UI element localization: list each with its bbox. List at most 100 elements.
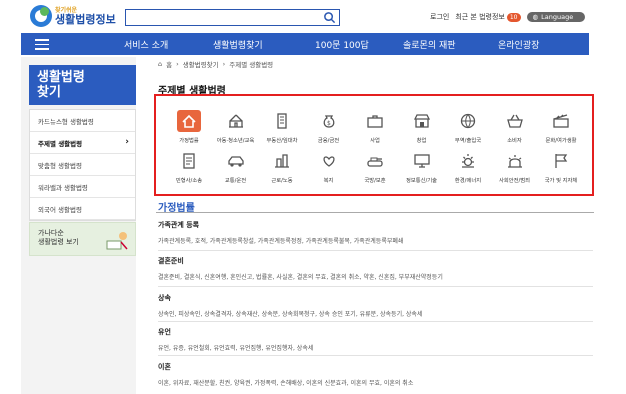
nav-item-online-square[interactable]: 온라인광장 bbox=[498, 38, 539, 51]
chevron-right-icon: › bbox=[222, 60, 226, 68]
care-icon bbox=[317, 150, 341, 172]
category-label: 문화/여가생활 bbox=[545, 138, 577, 144]
chevron-right-icon: › bbox=[176, 60, 179, 68]
topic-group-heading[interactable]: 이혼 bbox=[158, 362, 593, 372]
topic-group-items[interactable]: 상속인, 피상속인, 상속결격자, 상속재산, 상속분, 상속회복청구, 상속 … bbox=[158, 309, 593, 318]
sidebar-item-label: 주제별 생활법령 bbox=[38, 139, 83, 148]
topic-group: 이혼 이혼, 위자료, 재산분할, 친권, 양육권, 가정폭력, 손해배상, 이… bbox=[158, 362, 593, 387]
sidebar-title-line1: 생활법령 bbox=[37, 70, 85, 85]
nav-item-solomon[interactable]: 솔로몬의 재판 bbox=[403, 38, 456, 51]
divider bbox=[158, 321, 593, 322]
category-item[interactable]: 문화/여가생활 bbox=[542, 110, 580, 148]
login-link[interactable]: 로그인 bbox=[430, 12, 449, 22]
search-input[interactable] bbox=[126, 10, 316, 25]
topic-group: 유언 유언, 유증, 유언철회, 유언효력, 유언집행, 유언집행자, 상속세 bbox=[158, 327, 593, 352]
home-icon bbox=[177, 110, 201, 132]
flag-icon bbox=[549, 150, 573, 172]
globe-icon: ◍ bbox=[532, 13, 539, 21]
illustration-icon bbox=[106, 232, 128, 250]
sidebar-item-custom[interactable]: 맞춤형 생활법령 bbox=[30, 154, 135, 176]
category-item[interactable]: 사회안전/범죄 bbox=[496, 150, 534, 188]
category-item[interactable]: 민형사/소송 bbox=[170, 150, 208, 188]
category-item[interactable]: 가정법률 bbox=[170, 110, 208, 148]
breadcrumb-level2[interactable]: 주제별 생활법령 bbox=[229, 59, 273, 69]
search-icon[interactable] bbox=[323, 11, 336, 24]
document-icon bbox=[177, 150, 201, 172]
category-item[interactable]: 무역/출입국 bbox=[449, 110, 487, 148]
recent-count-badge: 10 bbox=[506, 12, 521, 22]
category-item[interactable]: 소비자 bbox=[496, 110, 534, 148]
topic-group-items[interactable]: 가족관계등록, 호적, 가족관계등록창설, 가족관계등록정정, 가족관계등록불복… bbox=[158, 236, 593, 245]
topic-group: 가족관계 등록 가족관계등록, 호적, 가족관계등록창설, 가족관계등록정정, … bbox=[158, 220, 593, 245]
clapper-icon bbox=[549, 110, 573, 132]
sidebar-item-cardnews[interactable]: 카드뉴스형 생활법령 bbox=[30, 110, 135, 132]
category-item[interactable]: 정보통신/기술 bbox=[403, 150, 441, 188]
sidebar-item-label: 외국어 생활법령 bbox=[38, 205, 82, 214]
language-label: Language bbox=[541, 13, 574, 21]
sidebar-title: 생활법령 찾기 bbox=[29, 65, 136, 105]
site-header: 찾기쉬운 생활법령정보 로그인 최근 본 법령정보 10 ◍ Language bbox=[0, 0, 626, 32]
breadcrumb: ⌂ 홈 › 생활법령찾기 › 주제별 생활법령 bbox=[158, 59, 277, 69]
site-logo[interactable]: 찾기쉬운 생활법령정보 bbox=[30, 4, 116, 28]
topic-group-heading[interactable]: 가족관계 등록 bbox=[158, 220, 593, 230]
main-nav: 서비스 소개 생활법령찾기 100문 100답 솔로몬의 재판 온라인광장 bbox=[21, 33, 589, 55]
logo-icon bbox=[30, 5, 52, 27]
alphabetical-banner[interactable]: 가나다순 생활법령 보기 bbox=[29, 222, 136, 256]
worker-icon bbox=[270, 150, 294, 172]
section-divider bbox=[156, 212, 594, 213]
school-icon bbox=[224, 110, 248, 132]
recent-laws-link[interactable]: 최근 본 법령정보 bbox=[455, 12, 505, 22]
sun-icon bbox=[456, 150, 480, 172]
category-item[interactable]: 국방/보훈 bbox=[356, 150, 394, 188]
sidebar-menu: 카드뉴스형 생활법령 주제별 생활법령 맞춤형 생활법령 워라밸과 생활법령 외… bbox=[29, 109, 136, 221]
sidebar-item-worklife[interactable]: 워라밸과 생활법령 bbox=[30, 176, 135, 198]
sidebar-item-topic[interactable]: 주제별 생활법령 bbox=[30, 132, 135, 154]
category-item[interactable]: $ 금융/금전 bbox=[310, 110, 348, 148]
category-item[interactable]: 국가 및 지자체 bbox=[542, 150, 580, 188]
topic-group-items[interactable]: 결혼준비, 결혼식, 신혼여행, 혼인신고, 법률혼, 사실혼, 결혼의 무효,… bbox=[158, 272, 593, 281]
nav-item-service-intro[interactable]: 서비스 소개 bbox=[124, 38, 168, 51]
svg-text:$: $ bbox=[327, 120, 331, 127]
category-panel: 가정법률 아동·청소년/교육 부동산/임대차 $ 금융/금전 사업 창업 무역/출입국 소비자문… bbox=[154, 94, 594, 196]
briefcase-icon bbox=[363, 110, 387, 132]
store-icon bbox=[410, 110, 434, 132]
monitor-icon bbox=[410, 150, 434, 172]
topic-group-heading[interactable]: 상속 bbox=[158, 293, 593, 303]
search-box bbox=[125, 9, 340, 26]
topic-group-heading[interactable]: 결혼준비 bbox=[158, 256, 593, 266]
topic-group-items[interactable]: 이혼, 위자료, 재산분할, 친권, 양육권, 가정폭력, 손해배상, 이혼의 … bbox=[158, 378, 593, 387]
category-item[interactable]: 부동산/임대차 bbox=[263, 110, 301, 148]
topic-group: 결혼준비 결혼준비, 결혼식, 신혼여행, 혼인신고, 법률혼, 사실혼, 결혼… bbox=[158, 256, 593, 281]
category-item[interactable]: 교통/운전 bbox=[217, 150, 255, 188]
siren-icon bbox=[503, 150, 527, 172]
divider bbox=[158, 355, 593, 356]
category-item[interactable]: 아동·청소년/교육 bbox=[217, 110, 255, 148]
basket-icon bbox=[503, 110, 527, 132]
divider bbox=[158, 286, 593, 287]
language-button[interactable]: ◍ Language bbox=[526, 12, 586, 22]
globe-icon bbox=[456, 110, 480, 132]
category-label: 국가 및 지자체 bbox=[544, 178, 578, 184]
sidebar: 생활법령 찾기 카드뉴스형 생활법령 주제별 생활법령 맞춤형 생활법령 워라밸… bbox=[21, 57, 136, 394]
sidebar-item-label: 워라밸과 생활법령 bbox=[38, 183, 88, 192]
breadcrumb-level1[interactable]: 생활법령찾기 bbox=[183, 59, 219, 69]
car-icon bbox=[224, 150, 248, 172]
home-icon[interactable]: ⌂ bbox=[158, 60, 162, 68]
topic-group-heading[interactable]: 유언 bbox=[158, 327, 593, 337]
sidebar-item-foreign[interactable]: 외국어 생활법령 bbox=[30, 198, 135, 220]
category-item[interactable]: 근로/노동 bbox=[263, 150, 301, 188]
menu-icon[interactable] bbox=[35, 39, 49, 50]
money-bag-icon: $ bbox=[317, 110, 341, 132]
nav-item-100qa[interactable]: 100문 100답 bbox=[315, 38, 369, 51]
category-item[interactable]: 복지 bbox=[310, 150, 348, 188]
divider bbox=[158, 250, 593, 251]
logo-title: 생활법령정보 bbox=[55, 12, 116, 26]
sidebar-item-label: 카드뉴스형 생활법령 bbox=[38, 117, 94, 126]
breadcrumb-home[interactable]: 홈 bbox=[166, 59, 172, 69]
category-item[interactable]: 창업 bbox=[403, 110, 441, 148]
category-item[interactable]: 환경/에너지 bbox=[449, 150, 487, 188]
nav-item-find-laws[interactable]: 생활법령찾기 bbox=[213, 38, 263, 51]
category-item[interactable]: 사업 bbox=[356, 110, 394, 148]
topic-group: 상속 상속인, 피상속인, 상속결격자, 상속재산, 상속분, 상속회복청구, … bbox=[158, 293, 593, 318]
topic-group-items[interactable]: 유언, 유증, 유언철회, 유언효력, 유언집행, 유언집행자, 상속세 bbox=[158, 343, 593, 352]
